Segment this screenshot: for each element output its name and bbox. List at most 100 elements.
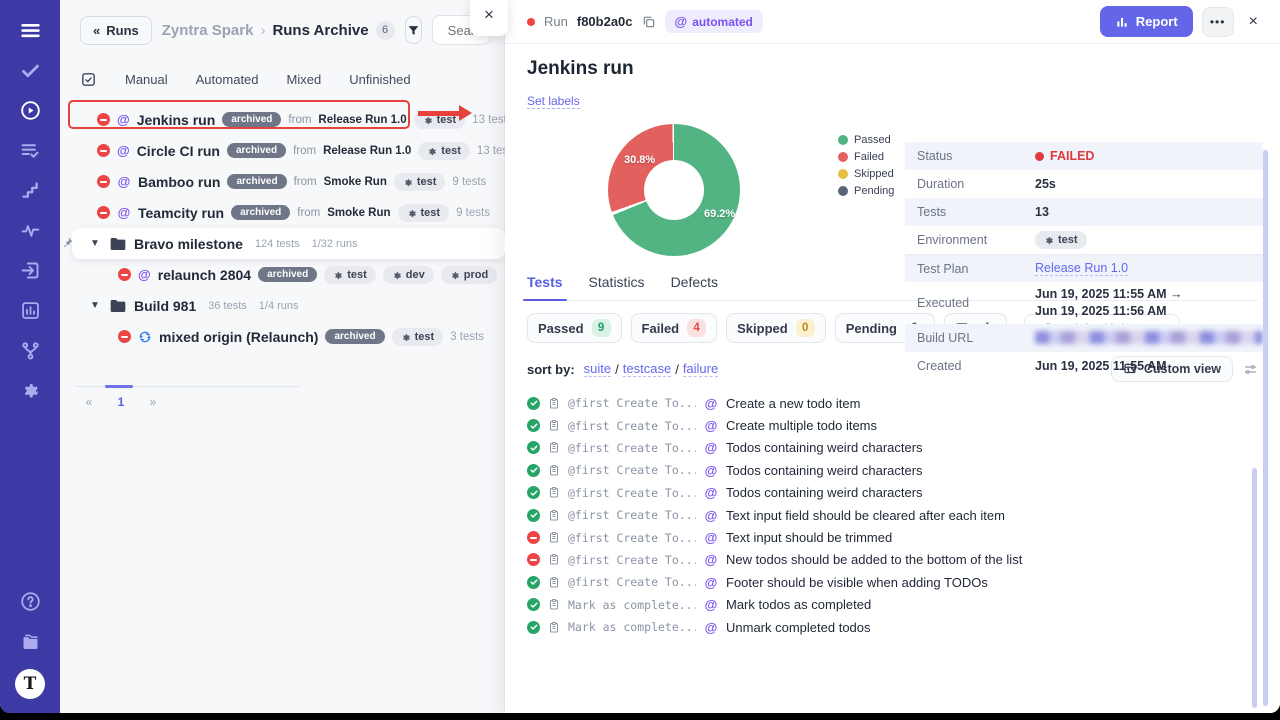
test-row[interactable]: @first Create To...@Footer should be vis… (527, 571, 1258, 593)
tag-test[interactable]: test (418, 142, 470, 160)
tag-test[interactable]: test (394, 173, 446, 191)
build-url-redacted-link[interactable] (1035, 331, 1263, 344)
filter-passed[interactable]: Passed9 (527, 313, 622, 343)
test-title[interactable]: New todos should be added to the bottom … (726, 552, 1022, 567)
test-title[interactable]: Create multiple todo items (726, 418, 877, 433)
test-row[interactable]: @first Create To...@Todos containing wei… (527, 482, 1258, 504)
tag-test[interactable]: test (392, 328, 444, 346)
panel-close-button[interactable]: × (470, 0, 508, 36)
check-icon[interactable] (18, 58, 42, 82)
detail-close-button[interactable]: × (1243, 13, 1264, 31)
tag-test[interactable]: test (414, 111, 466, 129)
sort-by-failure[interactable]: failure (683, 361, 718, 377)
tab-unfinished[interactable]: Unfinished (349, 72, 410, 87)
steps-icon[interactable] (18, 178, 42, 202)
sort-by-testcase[interactable]: testcase (623, 361, 671, 377)
test-title[interactable]: Todos containing weird characters (726, 485, 923, 500)
test-suite[interactable]: @first Create To... (568, 486, 696, 500)
tag-label: prod (464, 269, 488, 281)
copy-icon[interactable] (642, 15, 656, 29)
run-row-circleci[interactable]: @ Circle CI run archived from Release Ru… (60, 135, 504, 166)
branch-icon[interactable] (18, 338, 42, 362)
chevron-down-icon[interactable]: ▼ (90, 300, 102, 311)
chevron-down-icon[interactable]: ▼ (90, 238, 102, 249)
user-avatar[interactable]: T (15, 669, 45, 699)
tab-statistics[interactable]: Statistics (589, 274, 645, 290)
filter-failed[interactable]: Failed4 (631, 313, 718, 343)
test-suite[interactable]: @first Create To... (568, 531, 696, 545)
settings-gear-icon[interactable] (18, 378, 42, 402)
report-button[interactable]: Report (1100, 6, 1193, 37)
test-suite[interactable]: @first Create To... (568, 396, 696, 410)
pulse-icon[interactable] (18, 218, 42, 242)
run-row-mixed-origin[interactable]: mixed origin (Relaunch) archived test 3 … (60, 321, 504, 352)
help-icon[interactable] (18, 589, 42, 613)
test-suite[interactable]: @first Create To... (568, 553, 696, 567)
tag-dev[interactable]: dev (383, 266, 434, 284)
tests-scrollbar[interactable] (1252, 468, 1257, 708)
test-row[interactable]: @first Create To...@Todos containing wei… (527, 437, 1258, 459)
test-row[interactable]: @first Create To...@Text input field sho… (527, 504, 1258, 526)
test-title[interactable]: Text input should be trimmed (726, 530, 892, 545)
runs-play-icon[interactable] (18, 98, 42, 122)
test-row[interactable]: @first Create To...@Create a new todo it… (527, 392, 1258, 414)
filter-button[interactable] (405, 16, 422, 44)
pagination-page-1[interactable]: 1 (107, 395, 135, 409)
tab-tests[interactable]: Tests (527, 274, 563, 290)
tag-prod[interactable]: prod (441, 266, 497, 284)
run-row-relaunch-2804[interactable]: @ relaunch 2804 archived test dev prod 1… (60, 259, 504, 290)
more-actions-button[interactable]: ••• (1202, 7, 1234, 37)
test-suite[interactable]: @first Create To... (568, 575, 696, 589)
pagination-next[interactable]: » (139, 395, 167, 409)
test-title[interactable]: Mark todos as completed (726, 597, 871, 612)
tab-mixed[interactable]: Mixed (287, 72, 322, 87)
test-suite[interactable]: @first Create To... (568, 441, 696, 455)
from-source: Release Run 1.0 (323, 145, 411, 157)
test-suite[interactable]: @first Create To... (568, 419, 696, 433)
tab-defects[interactable]: Defects (671, 274, 718, 290)
pagination-prev[interactable]: « (75, 395, 103, 409)
run-row-bamboo[interactable]: @ Bamboo run archived from Smoke Run tes… (60, 166, 504, 197)
test-title[interactable]: Footer should be visible when adding TOD… (726, 575, 988, 590)
sort-by-suite[interactable]: suite (584, 361, 611, 377)
archived-badge: archived (231, 205, 290, 220)
test-row[interactable]: Mark as complete...@Unmark completed tod… (527, 616, 1258, 638)
menu-icon[interactable] (18, 18, 42, 42)
folder-row-bravo-milestone[interactable]: ▼ Bravo milestone 124 tests 1/32 runs (72, 228, 505, 259)
run-row-jenkins[interactable]: @ Jenkins run archived from Release Run … (60, 104, 504, 135)
test-title[interactable]: Todos containing weird characters (726, 440, 923, 455)
projects-folder-icon[interactable] (18, 629, 42, 653)
filter-skipped[interactable]: Skipped0 (726, 313, 826, 343)
folder-row-build-981[interactable]: ▼ Build 981 36 tests 1/4 runs (60, 290, 504, 321)
test-title[interactable]: Todos containing weird characters (726, 463, 923, 478)
import-icon[interactable] (18, 258, 42, 282)
test-row[interactable]: Mark as complete...@Mark todos as comple… (527, 594, 1258, 616)
tab-manual[interactable]: Manual (125, 72, 168, 87)
test-row[interactable]: @first Create To... @ Create multiple todo… (527, 414, 1258, 436)
test-suite[interactable]: Mark as complete... (568, 598, 696, 612)
test-suite[interactable]: @first Create To... (568, 508, 696, 522)
tag-test[interactable]: test (324, 266, 376, 284)
test-title[interactable]: Create a new todo item (726, 396, 860, 411)
test-title[interactable]: Unmark completed todos (726, 620, 871, 635)
test-suite[interactable]: @first Create To... (568, 463, 696, 477)
test-title[interactable]: Text input field should be cleared after… (726, 508, 1005, 523)
test-row[interactable]: @first Create To... @ New todos should be … (527, 549, 1258, 571)
environment-tag[interactable]: test (1035, 231, 1087, 249)
select-runs-icon[interactable] (80, 71, 97, 88)
automated-icon: @ (704, 552, 718, 567)
panel-scrollbar[interactable] (1263, 150, 1268, 706)
set-labels-link[interactable]: Set labels (527, 94, 580, 109)
list-check-icon[interactable] (18, 138, 42, 162)
tag-test[interactable]: test (398, 204, 450, 222)
breadcrumb-project[interactable]: Zyntra Spark (162, 22, 254, 39)
tab-automated[interactable]: Automated (196, 72, 259, 87)
test-row[interactable]: @first Create To...@Todos containing wei… (527, 459, 1258, 481)
automated-icon: @ (704, 418, 718, 433)
test-row[interactable]: @first Create To...@Text input should be… (527, 526, 1258, 548)
test-suite[interactable]: Mark as complete... (568, 620, 696, 634)
testplan-link[interactable]: Release Run 1.0 (1035, 261, 1128, 276)
run-row-teamcity[interactable]: @ Teamcity run archived from Smoke Run t… (60, 197, 504, 228)
analytics-icon[interactable] (18, 298, 42, 322)
back-to-runs-button[interactable]: « Runs (80, 16, 152, 45)
